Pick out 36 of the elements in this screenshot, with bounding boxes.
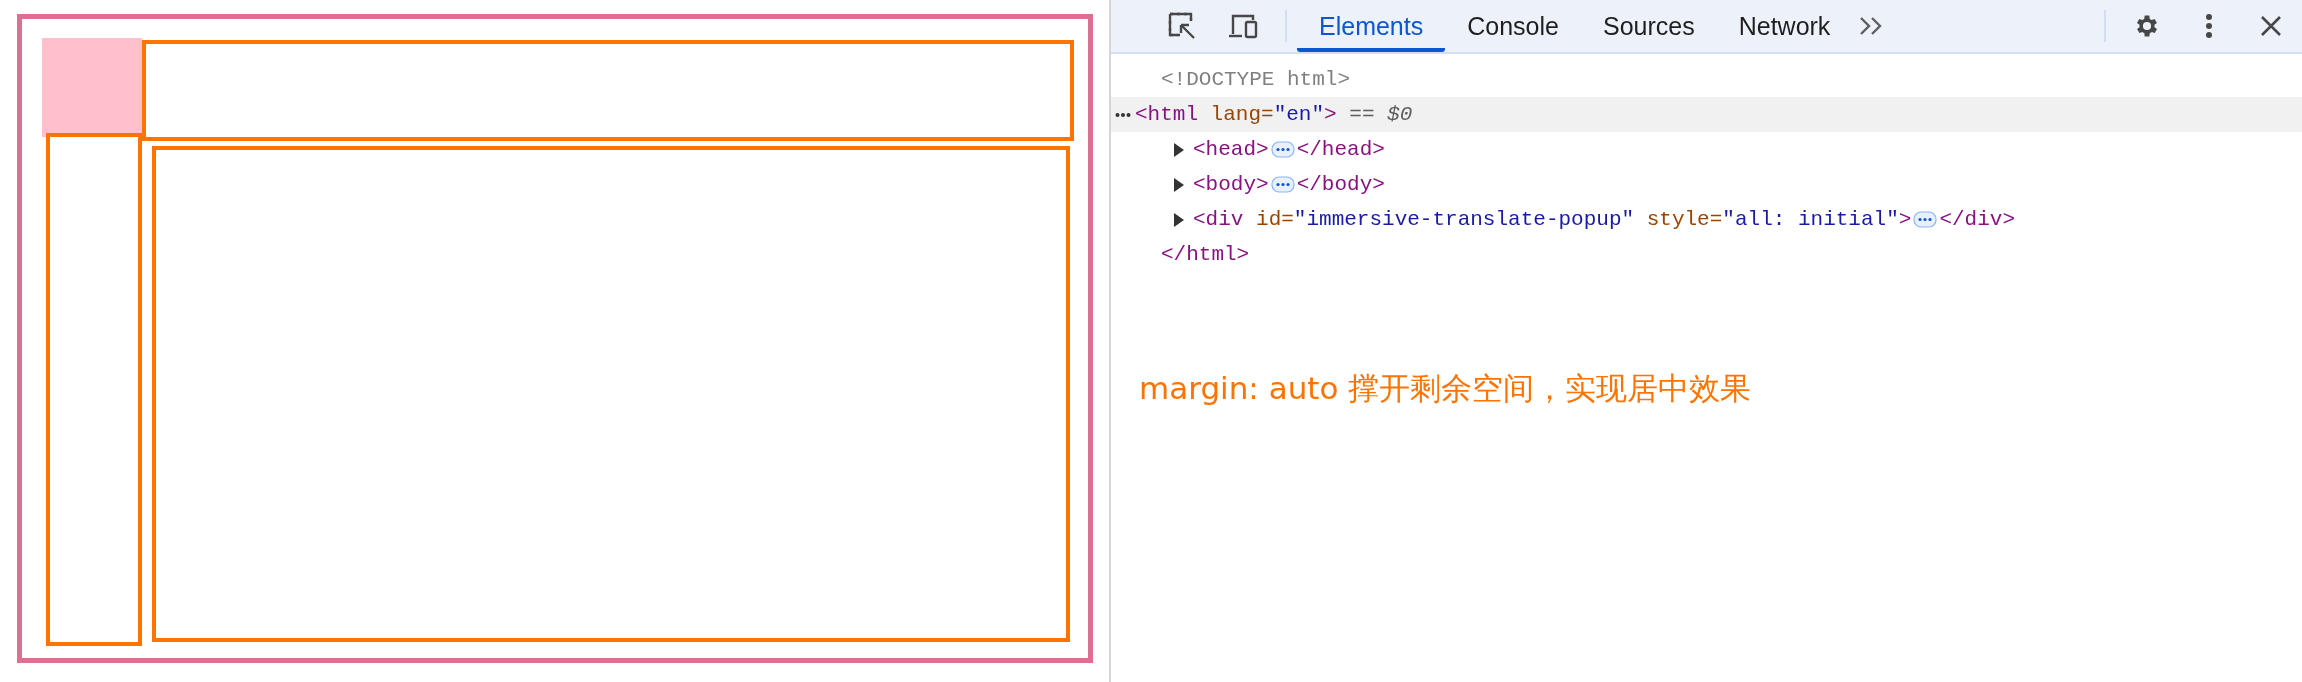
code-token: </head> (1296, 138, 1385, 161)
code-token: <head> (1193, 138, 1269, 161)
ellipsis-icon[interactable] (1913, 211, 1938, 228)
code-token: lang= (1209, 103, 1274, 126)
dom-line[interactable]: <head> </head> (1111, 132, 2302, 167)
dom-line[interactable]: </html> (1111, 237, 2302, 272)
dom-line[interactable]: <div id="immersive-translate-popup" style="all: initial"> </div> (1111, 202, 2302, 237)
code-token: style= (1645, 208, 1723, 231)
annotation-text: margin: auto 撑开剩余空间，实现居中效果 (1139, 369, 1753, 408)
collapsed-triangle-icon[interactable] (1173, 177, 1185, 192)
code-token: id= (1255, 208, 1294, 231)
devtools-tab[interactable]: Sources (1580, 0, 1717, 52)
code-token: </div> (1939, 208, 2015, 231)
code-token: </html> (1161, 243, 1250, 266)
code-token: > (1898, 208, 1912, 231)
collapsed-triangle-icon[interactable] (1173, 212, 1185, 227)
code-token: > (1324, 103, 1337, 126)
code-token: "en" (1273, 103, 1325, 126)
code-token: <!DOCTYPE html> (1161, 68, 1351, 91)
code-token: "immersive-translate-popup" (1293, 208, 1635, 231)
ellipsis-icon[interactable] (1115, 111, 1131, 118)
code-token: == (1348, 103, 1376, 126)
collapsed-triangle-icon[interactable] (1173, 142, 1185, 157)
devtools-tab[interactable]: Elements (1297, 0, 1446, 52)
ellipsis-icon[interactable] (1270, 176, 1295, 193)
ellipsis-icon[interactable] (1270, 141, 1295, 158)
code-token: <html (1135, 103, 1198, 126)
dom-line[interactable]: <body> </body> (1111, 167, 2302, 202)
code-token: </body> (1296, 173, 1385, 196)
code-token: <div (1193, 208, 1244, 231)
code-token: $0 (1387, 103, 1413, 126)
dom-line[interactable]: <!DOCTYPE html> (1111, 62, 2302, 97)
code-token: "all: initial" (1722, 208, 1899, 231)
code-token: <body> (1193, 173, 1269, 196)
devtools-tab[interactable]: Network (1716, 0, 1853, 52)
devtools-tab[interactable]: Console (1445, 0, 1581, 52)
